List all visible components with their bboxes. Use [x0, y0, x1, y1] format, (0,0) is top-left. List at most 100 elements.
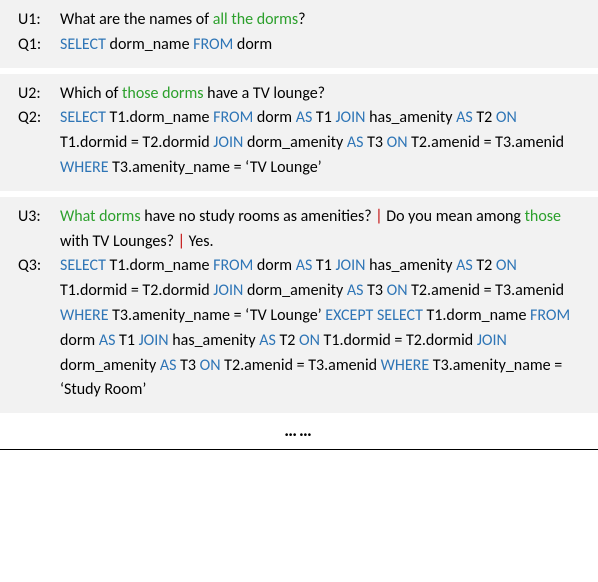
text-token: have a TV lounge? — [204, 84, 326, 103]
sql-keyword: WHERE — [381, 356, 430, 375]
text-token: T1.dorm_name — [423, 306, 530, 325]
example-block: U1:What are the names of all the dorms?Q… — [0, 0, 598, 68]
sql-keyword: SELECT — [60, 108, 106, 127]
ellipsis: …… — [0, 417, 598, 445]
sql-keyword: ON — [299, 331, 320, 350]
example-row: Q1:SELECT dorm_name FROM dorm — [18, 33, 580, 58]
text-token: What are the names of — [60, 10, 213, 29]
text-token: T1.dormid = T2.dormid — [320, 331, 477, 350]
row-label: U1: — [18, 8, 56, 33]
text-token: T1.dorm_name — [106, 256, 213, 275]
sql-keyword: ON — [387, 281, 408, 300]
row-content: Which of those dorms have a TV lounge? — [56, 82, 580, 107]
coref-phrase: all the dorms — [213, 10, 298, 29]
example-row: U3:What dorms have no study rooms as ame… — [18, 205, 580, 255]
sql-keyword: ON — [200, 356, 221, 375]
sql-keyword: AS — [347, 281, 364, 300]
sql-keyword: WHERE — [60, 306, 109, 325]
example-row: U2:Which of those dorms have a TV lounge… — [18, 82, 580, 107]
sql-keyword: FROM — [213, 256, 253, 275]
sql-keyword: AS — [296, 108, 313, 127]
sql-keyword: JOIN — [335, 108, 365, 127]
row-label: Q2: — [18, 106, 56, 131]
sql-keyword: AS — [456, 256, 473, 275]
sql-keyword: SELECT — [60, 35, 106, 54]
example-row: U1:What are the names of all the dorms? — [18, 8, 580, 33]
text-token: dorm_amenity — [60, 356, 160, 375]
sql-keyword: JOIN — [213, 281, 243, 300]
coref-phrase: those — [525, 207, 561, 226]
text-token: Do you mean among — [383, 207, 525, 226]
text-token: T3.amenity_name = ‘TV Lounge’ — [109, 158, 322, 177]
row-label: U3: — [18, 205, 56, 230]
row-content: SELECT dorm_name FROM dorm — [56, 33, 580, 58]
text-token: dorm_name — [106, 35, 193, 54]
sql-keyword: JOIN — [213, 133, 243, 152]
row-label: Q1: — [18, 33, 56, 58]
text-token: ? — [298, 10, 305, 29]
example-block: U2:Which of those dorms have a TV lounge… — [0, 74, 598, 191]
bottom-divider — [0, 449, 598, 450]
sql-keyword: AS — [456, 108, 473, 127]
sql-keyword: FROM — [193, 35, 233, 54]
example-row: Q2:SELECT T1.dorm_name FROM dorm AS T1 J… — [18, 106, 580, 180]
text-token: T2.amenid = T3.amenid — [408, 281, 565, 300]
text-token: T3 — [176, 356, 199, 375]
coref-phrase: What dorms — [60, 207, 141, 226]
sql-keyword: WHERE — [60, 158, 109, 177]
text-token: have no study rooms as amenities? — [141, 207, 376, 226]
text-token: dorm_amenity — [243, 133, 347, 152]
text-token: T1 — [312, 256, 335, 275]
text-token: T3 — [363, 281, 386, 300]
text-token: T1.dormid = T2.dormid — [60, 281, 213, 300]
sql-keyword: ON — [496, 256, 517, 275]
text-token: dorm — [233, 35, 272, 54]
separator: | — [375, 207, 382, 226]
text-token: T1.dormid = T2.dormid — [60, 133, 213, 152]
text-token: T2.amenid = T3.amenid — [408, 133, 565, 152]
sql-keyword: SELECT — [60, 256, 106, 275]
sql-keyword: SELECT — [377, 306, 423, 325]
sql-keyword: AS — [99, 331, 116, 350]
sql-keyword: ON — [387, 133, 408, 152]
text-token: dorm — [253, 108, 295, 127]
text-token: has_amenity — [169, 331, 260, 350]
text-token: T2 — [473, 256, 496, 275]
sql-keyword: JOIN — [335, 256, 365, 275]
text-token: dorm — [253, 256, 295, 275]
row-content: SELECT T1.dorm_name FROM dorm AS T1 JOIN… — [56, 254, 580, 403]
coref-phrase: those dorms — [122, 84, 204, 103]
text-token: Which of — [60, 84, 122, 103]
text-token: T1 — [312, 108, 335, 127]
text-token: T3.amenity_name = ‘TV Lounge’ — [109, 306, 326, 325]
sql-keyword: JOIN — [477, 331, 507, 350]
example-block: U3:What dorms have no study rooms as ame… — [0, 197, 598, 413]
row-content: What are the names of all the dorms? — [56, 8, 580, 33]
separator: | — [178, 232, 185, 251]
sql-keyword: AS — [296, 256, 313, 275]
text-token: T2 — [276, 331, 299, 350]
text-token: has_amenity — [366, 108, 457, 127]
row-label: U2: — [18, 82, 56, 107]
row-label: Q3: — [18, 254, 56, 279]
text-token: T1 — [115, 331, 138, 350]
text-token: T2 — [473, 108, 496, 127]
sql-keyword: AS — [160, 356, 177, 375]
text-token: dorm_amenity — [243, 281, 347, 300]
text-token: has_amenity — [366, 256, 457, 275]
sql-keyword: ON — [496, 108, 517, 127]
sql-keyword: JOIN — [139, 331, 169, 350]
text-token: T3 — [363, 133, 386, 152]
sql-keyword: FROM — [213, 108, 253, 127]
text-token: T1.dorm_name — [106, 108, 213, 127]
example-row: Q3:SELECT T1.dorm_name FROM dorm AS T1 J… — [18, 254, 580, 403]
query-examples-figure: U1:What are the names of all the dorms?Q… — [0, 0, 598, 450]
sql-keyword: AS — [259, 331, 276, 350]
sql-keyword: EXCEPT — [325, 306, 373, 325]
text-token: Yes. — [185, 232, 214, 251]
text-token: T2.amenid = T3.amenid — [221, 356, 381, 375]
text-token: with TV Lounges? — [60, 232, 178, 251]
sql-keyword: FROM — [530, 306, 570, 325]
row-content: SELECT T1.dorm_name FROM dorm AS T1 JOIN… — [56, 106, 580, 180]
sql-keyword: AS — [347, 133, 364, 152]
